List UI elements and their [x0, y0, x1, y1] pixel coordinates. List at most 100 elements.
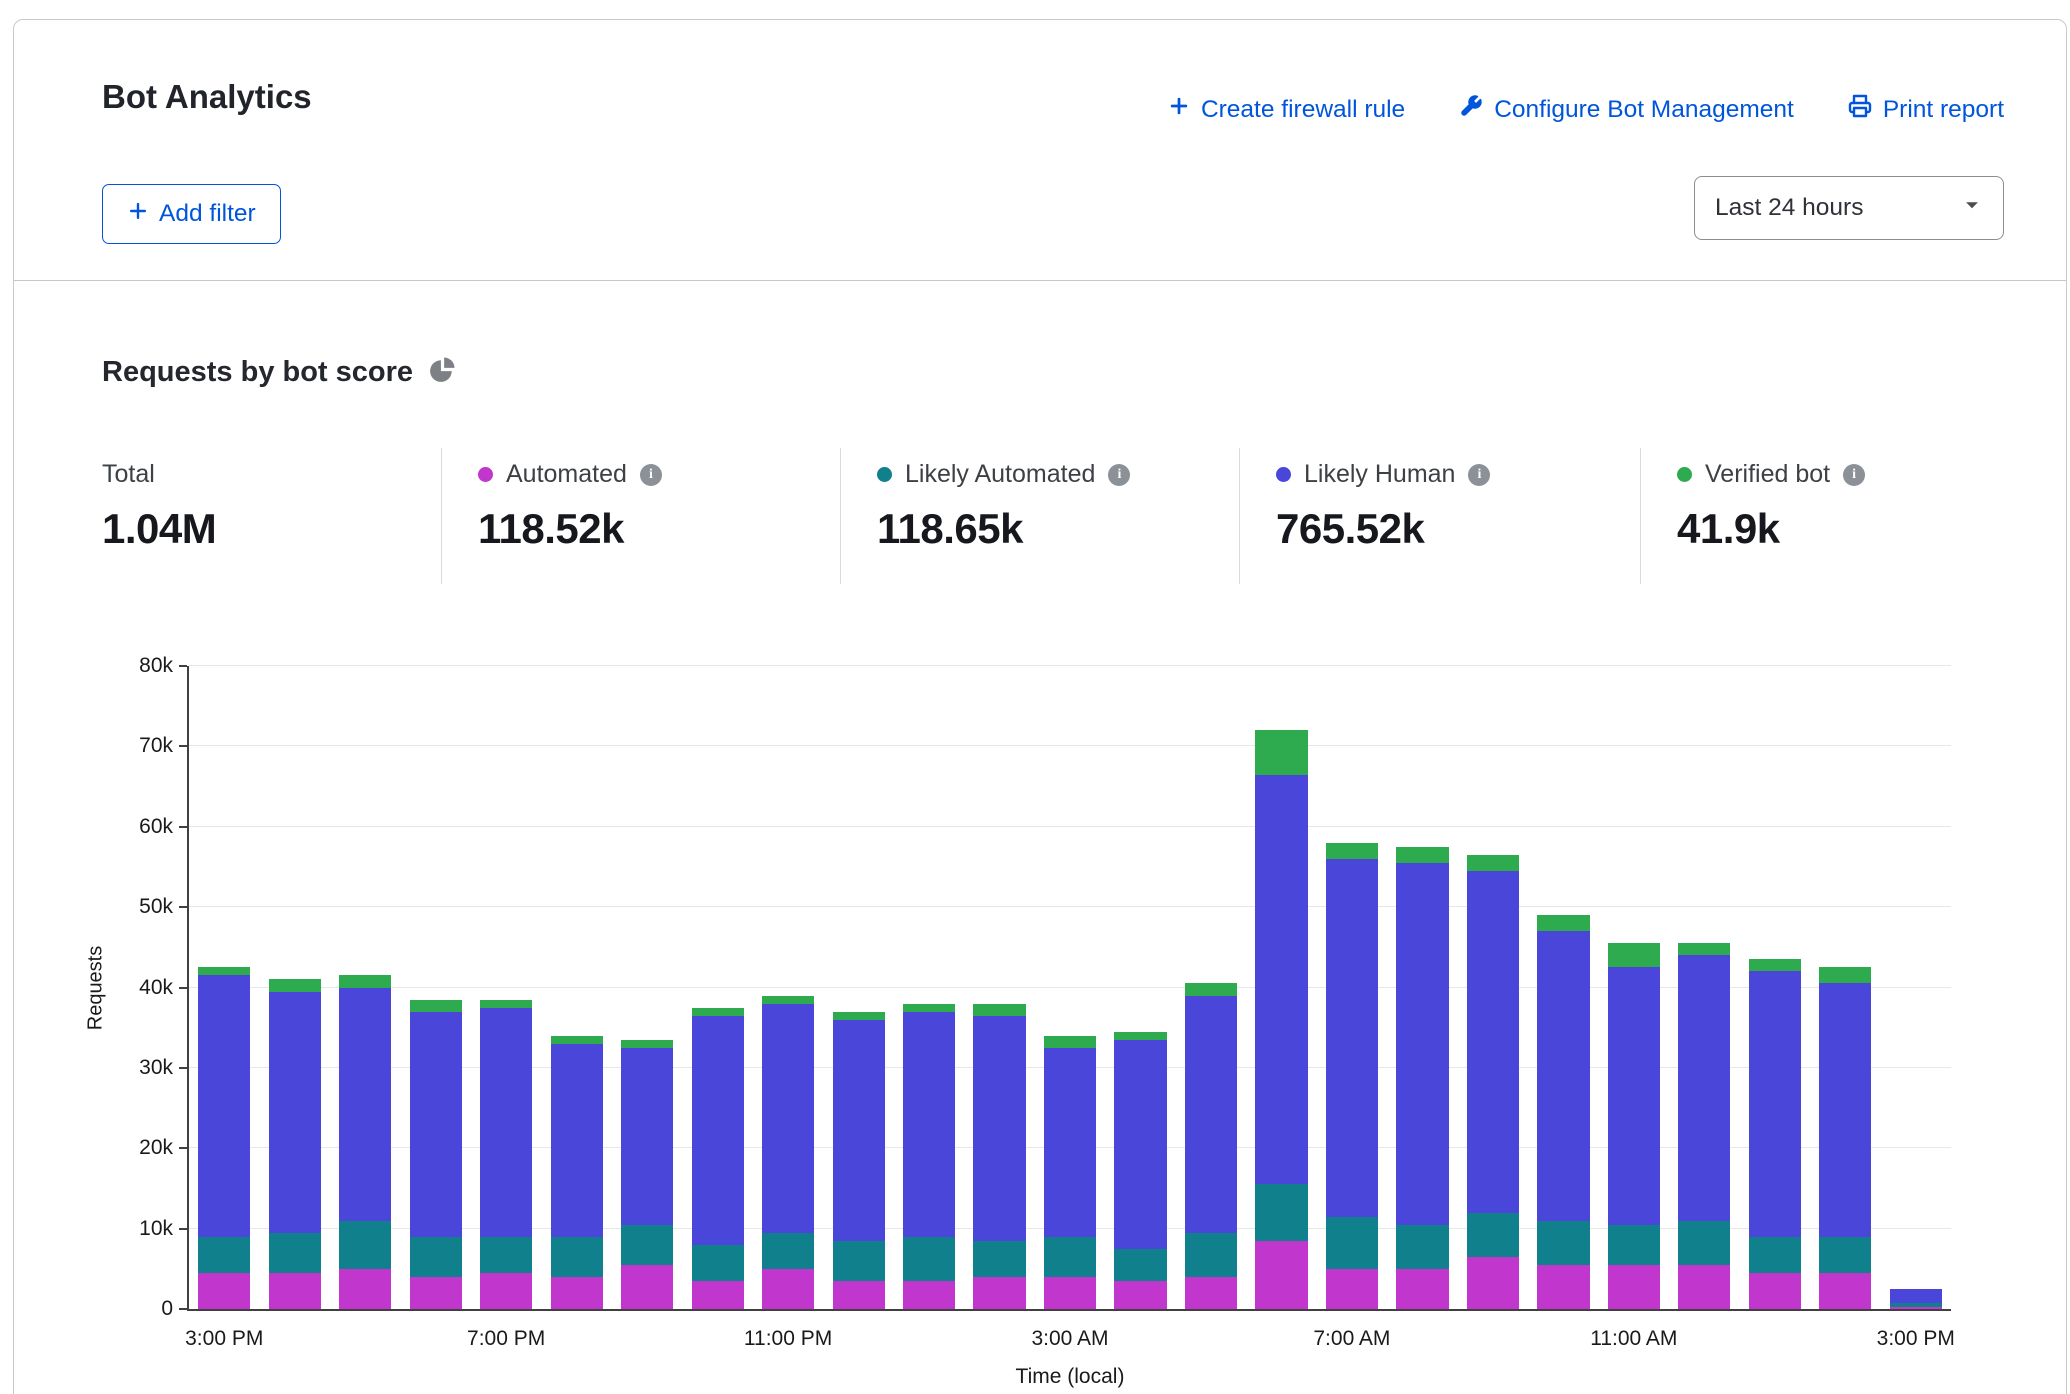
bar-segment-verified-bot[interactable] — [480, 1000, 532, 1008]
stacked-bar-10-00-pm[interactable] — [692, 1008, 744, 1309]
bar-segment-likely-automated[interactable] — [339, 1221, 391, 1269]
bar-segment-automated[interactable] — [410, 1277, 462, 1309]
bar-segment-automated[interactable] — [1044, 1277, 1096, 1309]
bar-segment-likely-automated[interactable] — [198, 1237, 250, 1273]
bar-segment-likely-automated[interactable] — [1537, 1221, 1589, 1265]
info-icon[interactable]: i — [1108, 464, 1130, 486]
stat-verified-bot[interactable]: Verified bot i 41.9k — [1640, 448, 1970, 584]
bar-segment-likely-automated[interactable] — [762, 1233, 814, 1269]
bar-segment-likely-human[interactable] — [551, 1044, 603, 1237]
stacked-bar-12-00-am[interactable] — [833, 1012, 885, 1309]
bar-segment-likely-human[interactable] — [1326, 859, 1378, 1217]
bar-segment-likely-human[interactable] — [692, 1016, 744, 1245]
bar-segment-verified-bot[interactable] — [1396, 847, 1448, 863]
bar-segment-likely-automated[interactable] — [973, 1241, 1025, 1277]
bar-segment-automated[interactable] — [1749, 1273, 1801, 1309]
bar-segment-likely-human[interactable] — [1608, 967, 1660, 1224]
info-icon[interactable]: i — [1843, 464, 1865, 486]
bar-segment-verified-bot[interactable] — [410, 1000, 462, 1012]
bar-segment-verified-bot[interactable] — [833, 1012, 885, 1020]
bar-segment-likely-human[interactable] — [410, 1012, 462, 1237]
bar-segment-likely-human[interactable] — [1819, 983, 1871, 1236]
stacked-bar-6-00-pm[interactable] — [410, 1000, 462, 1309]
bar-segment-likely-human[interactable] — [762, 1004, 814, 1233]
bar-segment-likely-automated[interactable] — [1044, 1237, 1096, 1277]
info-icon[interactable]: i — [640, 464, 662, 486]
bar-segment-verified-bot[interactable] — [1255, 730, 1307, 774]
bar-segment-likely-human[interactable] — [1678, 955, 1730, 1220]
stacked-bar-7-00-am[interactable] — [1326, 843, 1378, 1309]
bar-segment-verified-bot[interactable] — [1537, 915, 1589, 931]
bar-segment-automated[interactable] — [1326, 1269, 1378, 1309]
bar-segment-verified-bot[interactable] — [269, 979, 321, 991]
stacked-bar-11-00-am[interactable] — [1608, 943, 1660, 1309]
bar-segment-automated[interactable] — [1608, 1265, 1660, 1309]
bar-segment-likely-human[interactable] — [480, 1008, 532, 1237]
bar-segment-verified-bot[interactable] — [1467, 855, 1519, 871]
stat-automated[interactable]: Automated i 118.52k — [441, 448, 840, 584]
bar-segment-likely-automated[interactable] — [269, 1233, 321, 1273]
bar-segment-likely-automated[interactable] — [1749, 1237, 1801, 1273]
bar-segment-verified-bot[interactable] — [692, 1008, 744, 1016]
bar-segment-automated[interactable] — [269, 1273, 321, 1309]
create-firewall-rule-link[interactable]: Create firewall rule — [1168, 95, 1405, 124]
bar-segment-automated[interactable] — [692, 1281, 744, 1309]
bar-segment-likely-human[interactable] — [1749, 971, 1801, 1236]
stacked-bar-8-00-am[interactable] — [1396, 847, 1448, 1309]
bar-segment-verified-bot[interactable] — [621, 1040, 673, 1048]
bar-segment-verified-bot[interactable] — [1608, 943, 1660, 967]
bar-segment-likely-automated[interactable] — [410, 1237, 462, 1277]
bar-segment-verified-bot[interactable] — [762, 996, 814, 1004]
bar-segment-verified-bot[interactable] — [973, 1004, 1025, 1016]
bar-segment-likely-human[interactable] — [1396, 863, 1448, 1225]
info-icon[interactable]: i — [1468, 464, 1490, 486]
bar-segment-likely-automated[interactable] — [1608, 1225, 1660, 1265]
bar-segment-likely-automated[interactable] — [1396, 1225, 1448, 1269]
bar-segment-verified-bot[interactable] — [1819, 967, 1871, 983]
bar-segment-verified-bot[interactable] — [1749, 959, 1801, 971]
bar-segment-likely-human[interactable] — [339, 988, 391, 1221]
bar-segment-likely-automated[interactable] — [903, 1237, 955, 1281]
stat-likely-human[interactable]: Likely Human i 765.52k — [1239, 448, 1640, 584]
bar-segment-likely-automated[interactable] — [692, 1245, 744, 1281]
bar-segment-verified-bot[interactable] — [1044, 1036, 1096, 1048]
bar-segment-automated[interactable] — [903, 1281, 955, 1309]
bar-segment-likely-human[interactable] — [1255, 775, 1307, 1185]
bar-segment-likely-human[interactable] — [1044, 1048, 1096, 1237]
stacked-bar-9-00-pm[interactable] — [621, 1040, 673, 1309]
bar-segment-automated[interactable] — [480, 1273, 532, 1309]
bar-segment-verified-bot[interactable] — [903, 1004, 955, 1012]
bar-segment-likely-automated[interactable] — [1326, 1217, 1378, 1269]
bar-segment-likely-human[interactable] — [198, 975, 250, 1236]
bar-segment-likely-automated[interactable] — [1185, 1233, 1237, 1277]
bar-segment-automated[interactable] — [1890, 1307, 1942, 1309]
bar-segment-verified-bot[interactable] — [339, 975, 391, 987]
bar-segment-likely-automated[interactable] — [621, 1225, 673, 1265]
stacked-bar-8-00-pm[interactable] — [551, 1036, 603, 1309]
bar-segment-likely-human[interactable] — [903, 1012, 955, 1237]
configure-bot-management-link[interactable]: Configure Bot Management — [1459, 94, 1794, 125]
stacked-bar-4-00-pm[interactable] — [269, 979, 321, 1309]
bar-segment-likely-human[interactable] — [833, 1020, 885, 1241]
stacked-bar-5-00-pm[interactable] — [339, 975, 391, 1309]
bar-segment-verified-bot[interactable] — [1326, 843, 1378, 859]
bar-segment-automated[interactable] — [1114, 1281, 1166, 1309]
bar-segment-automated[interactable] — [1678, 1265, 1730, 1309]
bar-segment-automated[interactable] — [621, 1265, 673, 1309]
bar-segment-automated[interactable] — [551, 1277, 603, 1309]
stacked-bar-7-00-pm[interactable] — [480, 1000, 532, 1309]
stacked-bar-3-00-pm[interactable] — [198, 967, 250, 1309]
stacked-bar-5-00-am[interactable] — [1185, 983, 1237, 1309]
stacked-bar-4-00-am[interactable] — [1114, 1032, 1166, 1309]
bar-segment-verified-bot[interactable] — [1185, 983, 1237, 995]
bar-segment-likely-automated[interactable] — [833, 1241, 885, 1281]
bar-segment-verified-bot[interactable] — [198, 967, 250, 975]
stacked-bar-1-00-am[interactable] — [903, 1004, 955, 1309]
bar-segment-verified-bot[interactable] — [1678, 943, 1730, 955]
bar-segment-likely-automated[interactable] — [1114, 1249, 1166, 1281]
time-range-select[interactable]: Last 24 hours — [1694, 176, 2004, 240]
stacked-bar-3-00-am[interactable] — [1044, 1036, 1096, 1309]
bar-segment-automated[interactable] — [1537, 1265, 1589, 1309]
bar-segment-verified-bot[interactable] — [1114, 1032, 1166, 1040]
bar-segment-likely-human[interactable] — [621, 1048, 673, 1225]
